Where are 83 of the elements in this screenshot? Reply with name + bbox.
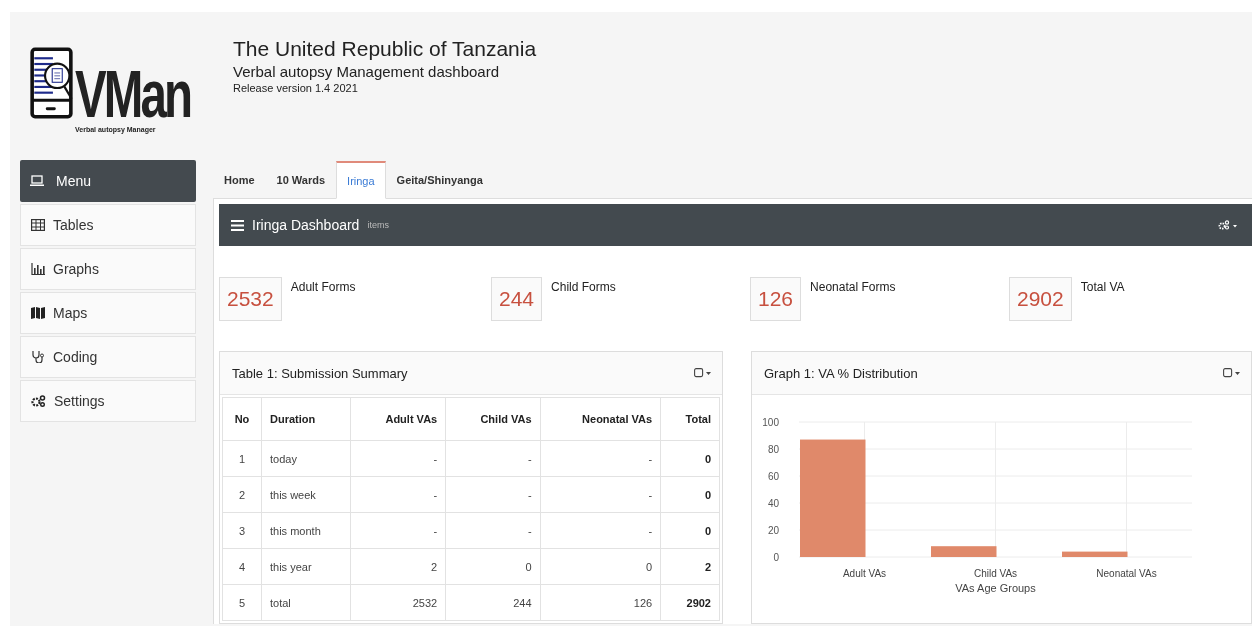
map-icon: [31, 307, 45, 319]
menu-icon: [231, 219, 244, 231]
table-cell: 1: [222, 440, 262, 477]
bar-chart-icon: [31, 263, 45, 275]
table-cell: -: [540, 512, 661, 549]
tab[interactable]: Iringa: [336, 161, 386, 199]
table-cell: -: [540, 476, 661, 513]
table-cell: this month: [261, 512, 351, 549]
release-version: Release version 1.4 2021: [233, 81, 359, 95]
bar: [1062, 551, 1128, 557]
stat-value: 2902: [1009, 277, 1072, 321]
x-tick-label: Child VAs: [973, 568, 1018, 579]
table-cell: -: [540, 440, 661, 477]
table-cell: today: [261, 440, 351, 477]
column-header: Duration: [261, 397, 351, 441]
site-subtitle: Verbal autopsy Management dashboard: [233, 62, 500, 81]
sidebar-item[interactable]: Tables: [20, 204, 196, 246]
tab[interactable]: 10 Wards: [265, 161, 337, 199]
x-tick-label: Neonatal VAs: [1096, 568, 1157, 579]
x-axis-title: VAs Age Groups: [955, 582, 1036, 594]
panel-toggle-button[interactable]: [692, 366, 714, 380]
stat-value: 2532: [219, 277, 282, 321]
table-cell: 2: [350, 548, 446, 585]
site-title: The United Republic of Tanzania: [233, 36, 537, 62]
column-header: Child VAs: [445, 397, 541, 441]
menu-label: Menu: [56, 173, 92, 189]
dashboard-subtitle: items: [367, 220, 389, 230]
column-header: Neonatal VAs: [540, 397, 661, 441]
dashboard-title: Iringa Dashboard: [252, 217, 360, 233]
panel-title: Table 1: Submission Summary: [232, 365, 408, 381]
table-cell: this year: [261, 548, 351, 585]
gears-icon: [31, 395, 46, 407]
table-cell: -: [350, 512, 446, 549]
stat-label: Total VA: [1080, 280, 1125, 294]
table-cell: -: [350, 440, 446, 477]
column-header: No: [222, 397, 262, 441]
table-cell: 2532: [350, 584, 446, 621]
table-cell: total: [261, 584, 351, 621]
panel-toggle-button[interactable]: [1221, 366, 1243, 380]
column-header: Total: [660, 397, 720, 441]
table-cell: 244: [445, 584, 541, 621]
table-cell: 0: [660, 440, 720, 477]
y-tick-label: 20: [767, 525, 779, 536]
stat-label: Neonatal Forms: [810, 280, 896, 294]
tab[interactable]: Geita/Shinyanga: [385, 161, 494, 199]
laptop-icon: [30, 175, 44, 187]
table-cell: -: [445, 512, 541, 549]
y-tick-label: 80: [767, 444, 779, 455]
table-cell: -: [445, 440, 541, 477]
stethoscope-icon: [31, 351, 45, 363]
tab[interactable]: Home: [213, 161, 266, 199]
table-cell: 2: [660, 548, 720, 585]
table-icon: [31, 219, 45, 231]
table-cell: 5: [222, 584, 262, 621]
column-header: Adult VAs: [350, 397, 446, 441]
bar: [931, 546, 997, 557]
table-cell: 4: [222, 548, 262, 585]
table-cell: 2902: [660, 584, 720, 621]
table-cell: 0: [660, 512, 720, 549]
y-tick-label: 0: [773, 552, 779, 563]
y-tick-label: 100: [762, 417, 779, 428]
table-cell: 0: [445, 548, 541, 585]
sidebar-item[interactable]: Settings: [20, 380, 196, 422]
table-cell: 0: [660, 476, 720, 513]
sidebar-item[interactable]: Graphs: [20, 248, 196, 290]
stat-label: Adult Forms: [290, 280, 356, 294]
panel-title: Graph 1: VA % Distribution: [764, 365, 918, 381]
table-cell: 0: [540, 548, 661, 585]
settings-dropdown[interactable]: [1216, 218, 1240, 232]
stat-value: 126: [750, 277, 802, 321]
table-cell: -: [350, 476, 446, 513]
table-cell: this week: [261, 476, 351, 513]
table-cell: -: [445, 476, 541, 513]
table-cell: 3: [222, 512, 262, 549]
stat-value: 244: [491, 277, 543, 321]
table-cell: 126: [540, 584, 661, 621]
sidebar-item[interactable]: Maps: [20, 292, 196, 334]
sidebar-item[interactable]: Coding: [20, 336, 196, 378]
y-tick-label: 40: [767, 498, 779, 509]
y-tick-label: 60: [767, 471, 779, 482]
table-cell: 2: [222, 476, 262, 513]
stat-label: Child Forms: [551, 280, 616, 294]
x-tick-label: Adult VAs: [842, 568, 887, 579]
